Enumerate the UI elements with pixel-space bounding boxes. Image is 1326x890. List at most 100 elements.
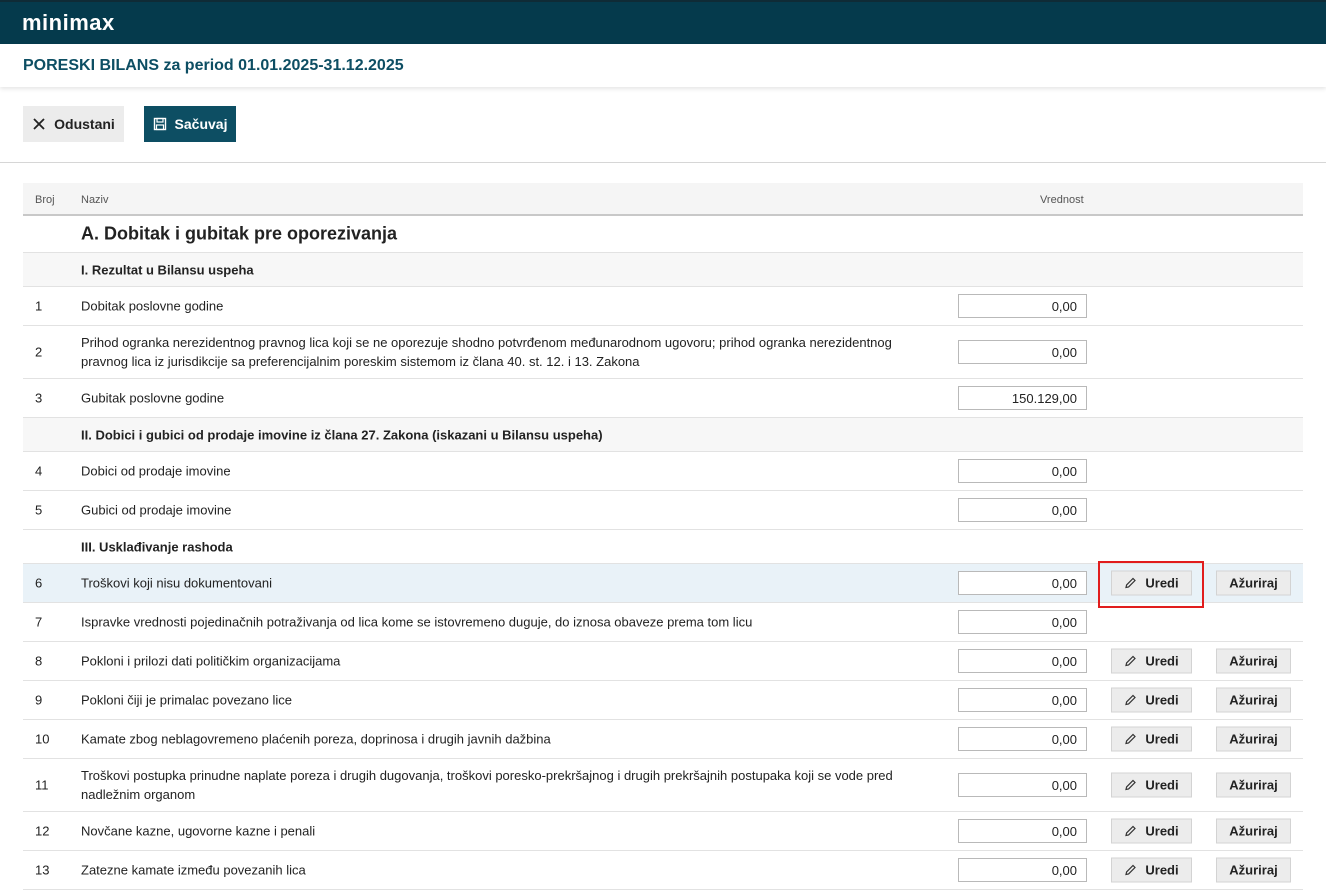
- edit-button-label: Uredi: [1145, 777, 1179, 793]
- update-button[interactable]: Ažuriraj: [1216, 687, 1291, 713]
- value-input[interactable]: [958, 294, 1087, 318]
- edit-button[interactable]: Uredi: [1111, 687, 1192, 713]
- pencil-icon: [1125, 577, 1137, 589]
- section-2-title: II. Dobici i gubici od prodaje imovine i…: [81, 427, 603, 442]
- row-name: Pokloni čiji je primalac povezano lice: [81, 692, 292, 708]
- section-3-title: III. Usklađivanje rashoda: [81, 539, 233, 554]
- value-input[interactable]: [958, 819, 1087, 843]
- row-number: 10: [35, 731, 50, 747]
- pencil-icon: [1125, 655, 1137, 667]
- edit-button[interactable]: Uredi: [1111, 726, 1192, 752]
- value-input[interactable]: [958, 571, 1087, 595]
- row-number: 2: [35, 344, 43, 360]
- table-row: 4 Dobici od prodaje imovine: [23, 452, 1303, 491]
- column-header-number: Broj: [35, 194, 55, 206]
- row-name: Pokloni i prilozi dati političkim organi…: [81, 653, 341, 669]
- value-input[interactable]: [958, 727, 1087, 751]
- table-row: 7 Ispravke vrednosti pojedinačnih potraž…: [23, 603, 1303, 642]
- table-header: Broj Naziv Vrednost: [23, 183, 1303, 216]
- edit-button-label: Uredi: [1145, 823, 1179, 839]
- update-button[interactable]: Ažuriraj: [1216, 648, 1291, 674]
- close-icon: [33, 118, 45, 130]
- pencil-icon: [1125, 733, 1137, 745]
- edit-button-label: Uredi: [1145, 575, 1179, 591]
- update-button[interactable]: Ažuriraj: [1216, 726, 1291, 752]
- pencil-icon: [1125, 694, 1137, 706]
- minimax-logo[interactable]: minimax: [22, 10, 115, 36]
- top-navigation-bar: minimax: [0, 0, 1326, 44]
- table-row: 12 Novčane kazne, ugovorne kazne i penal…: [23, 812, 1303, 851]
- edit-button-label: Uredi: [1145, 692, 1179, 708]
- update-button[interactable]: Ažuriraj: [1216, 857, 1291, 883]
- cancel-button-label: Odustani: [54, 116, 115, 132]
- row-name: Ispravke vrednosti pojedinačnih potraživ…: [81, 614, 753, 630]
- table-row: 2 Prihod ogranka nerezidentnog pravnog l…: [23, 326, 1303, 379]
- save-button-label: Sačuvaj: [174, 116, 228, 132]
- table-row: 8 Pokloni i prilozi dati političkim orga…: [23, 642, 1303, 681]
- column-header-name: Naziv: [81, 194, 109, 206]
- value-input[interactable]: [958, 649, 1087, 673]
- value-input[interactable]: [958, 688, 1087, 712]
- row-number: 5: [35, 502, 43, 518]
- update-button[interactable]: Ažuriraj: [1216, 772, 1291, 798]
- pencil-icon: [1125, 825, 1137, 837]
- table-row: 3 Gubitak poslovne godine: [23, 379, 1303, 418]
- value-input[interactable]: [958, 459, 1087, 483]
- row-number: 7: [35, 614, 43, 630]
- row-name: Dobitak poslovne godine: [81, 298, 224, 314]
- row-name: Zatezne kamate između povezanih lica: [81, 862, 306, 878]
- section-1-title: I. Rezultat u Bilansu uspeha: [81, 262, 254, 277]
- section-heading-3: III. Usklađivanje rashoda: [23, 530, 1303, 564]
- title-bar: PORESKI BILANS za period 01.01.2025-31.1…: [0, 44, 1326, 87]
- edit-button[interactable]: Uredi: [1111, 818, 1192, 844]
- edit-button-label: Uredi: [1145, 653, 1179, 669]
- value-input[interactable]: [958, 610, 1087, 634]
- table-row: 1 Dobitak poslovne godine: [23, 287, 1303, 326]
- table-row: 10 Kamate zbog neblagovremeno plaćenih p…: [23, 720, 1303, 759]
- row-name: Dobici od prodaje imovine: [81, 463, 231, 479]
- value-input[interactable]: [958, 773, 1087, 797]
- row-name: Prihod ogranka nerezidentnog pravnog lic…: [81, 335, 892, 369]
- section-heading-1: I. Rezultat u Bilansu uspeha: [23, 253, 1303, 287]
- edit-button[interactable]: Uredi: [1111, 772, 1192, 798]
- value-input[interactable]: [958, 340, 1087, 364]
- row-number: 8: [35, 653, 43, 669]
- row-name: Novčane kazne, ugovorne kazne i penali: [81, 823, 316, 839]
- table-row-highlighted: 6 Troškovi koji nisu dokumentovani Uredi…: [23, 561, 1303, 608]
- row-number: 6: [35, 575, 43, 591]
- table-row: 5 Gubici od prodaje imovine: [23, 491, 1303, 530]
- update-button[interactable]: Ažuriraj: [1216, 570, 1291, 596]
- row-number: 1: [35, 298, 43, 314]
- pencil-icon: [1125, 864, 1137, 876]
- section-heading-a: A. Dobitak i gubitak pre oporezivanja: [23, 216, 1303, 253]
- row-number: 9: [35, 692, 43, 708]
- update-button[interactable]: Ažuriraj: [1216, 818, 1291, 844]
- pencil-icon: [1125, 779, 1137, 791]
- tax-balance-table: Broj Naziv Vrednost A. Dobitak i gubitak…: [23, 183, 1303, 890]
- value-input[interactable]: [958, 386, 1087, 410]
- row-number: 4: [35, 463, 43, 479]
- page-title: PORESKI BILANS za period 01.01.2025-31.1…: [23, 57, 404, 74]
- edit-button[interactable]: Uredi: [1111, 857, 1192, 883]
- row-name: Troškovi koji nisu dokumentovani: [81, 575, 272, 591]
- toolbar: Odustani Sačuvaj: [0, 87, 1326, 163]
- value-input[interactable]: [958, 858, 1087, 882]
- row-name: Kamate zbog neblagovremeno plaćenih pore…: [81, 731, 551, 747]
- edit-button[interactable]: Uredi: [1111, 570, 1192, 596]
- save-icon: [153, 117, 166, 131]
- section-a-title: A. Dobitak i gubitak pre oporezivanja: [81, 223, 398, 244]
- row-number: 13: [35, 862, 50, 878]
- edit-button[interactable]: Uredi: [1111, 648, 1192, 674]
- table-row: 11 Troškovi postupka prinudne naplate po…: [23, 759, 1303, 812]
- edit-button-label: Uredi: [1145, 862, 1179, 878]
- table-row: 13 Zatezne kamate između povezanih lica …: [23, 851, 1303, 890]
- value-input[interactable]: [958, 498, 1087, 522]
- row-number: 12: [35, 823, 50, 839]
- section-heading-2: II. Dobici i gubici od prodaje imovine i…: [23, 418, 1303, 452]
- cancel-button[interactable]: Odustani: [23, 106, 124, 142]
- row-number: 11: [35, 777, 49, 793]
- save-button[interactable]: Sačuvaj: [144, 106, 236, 142]
- column-header-value: Vrednost: [1040, 194, 1084, 206]
- row-number: 3: [35, 390, 43, 406]
- table-row: 9 Pokloni čiji je primalac povezano lice…: [23, 681, 1303, 720]
